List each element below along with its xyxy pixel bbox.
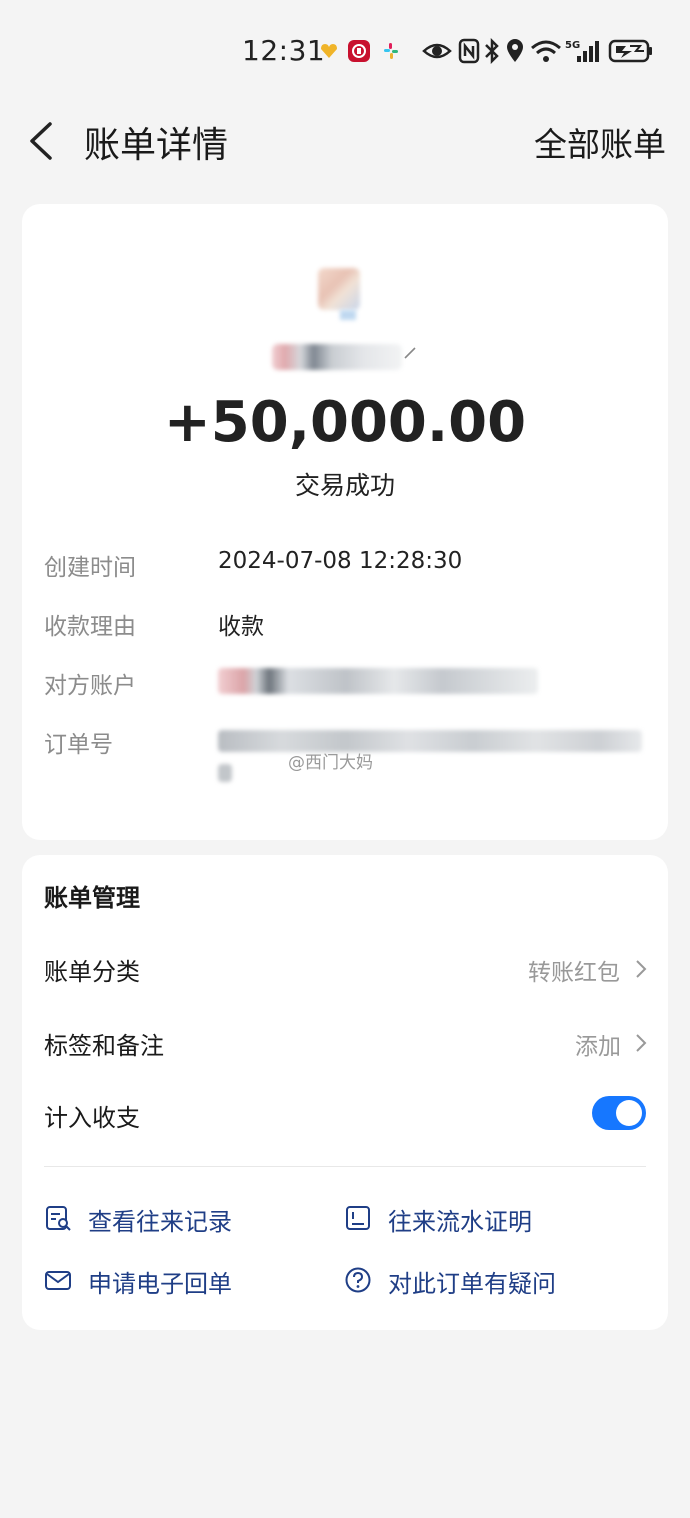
slack-icon — [380, 40, 402, 62]
order-question-button[interactable]: 对此订单有疑问 — [344, 1260, 604, 1300]
created-time-value: 2024-07-08 12:28:30 — [218, 548, 463, 574]
page-title: 账单详情 — [84, 125, 229, 166]
mail-icon — [45, 1271, 71, 1290]
record-search-icon — [46, 1206, 71, 1231]
statement-proof-icon — [346, 1206, 370, 1230]
transaction-amount: +50,000.00 — [163, 390, 527, 455]
back-arrow-icon — [30, 122, 52, 160]
payer-avatar-detail — [340, 310, 356, 320]
apply-e-receipt-button[interactable]: 申请电子回单 — [44, 1260, 294, 1300]
tags-notes-value: 添加 — [575, 1034, 621, 1060]
payment-reason-label: 收款理由 — [44, 614, 136, 640]
view-transaction-history-button[interactable]: 查看往来记录 — [44, 1198, 294, 1238]
battery-charging-icon — [608, 39, 652, 63]
toggle-knob — [616, 1100, 642, 1126]
order-number-label: 订单号 — [44, 732, 113, 758]
edit-icon[interactable] — [402, 345, 418, 361]
bill-management-card — [22, 855, 668, 1330]
status-bar: 12:31 5G — [0, 0, 690, 100]
bill-category-label: 账单分类 — [44, 958, 140, 986]
created-time-label: 创建时间 — [44, 555, 136, 581]
divider — [44, 1166, 646, 1167]
all-bills-link[interactable]: 全部账单 — [534, 118, 666, 166]
app-notification-icon — [318, 40, 340, 62]
bill-category-value: 转账红包 — [528, 960, 620, 986]
status-time: 12:31 — [242, 34, 326, 67]
question-icon — [345, 1267, 371, 1293]
apply-e-receipt-label: 申请电子回单 — [88, 1270, 232, 1298]
nav-bar: 账单详情 全部账单 — [0, 100, 690, 180]
order-number-redacted-tail — [218, 764, 232, 782]
bluetooth-icon — [485, 38, 499, 64]
order-question-label: 对此订单有疑问 — [388, 1270, 556, 1298]
counterparty-account-redacted — [218, 668, 538, 694]
counterparty-account-label: 对方账户 — [44, 673, 136, 699]
watermark: @西门大妈 — [288, 753, 373, 773]
payment-reason-value: 收款 — [218, 614, 264, 640]
back-button[interactable] — [24, 118, 64, 164]
location-icon — [507, 39, 523, 62]
include-in-stats-label: 计入收支 — [44, 1104, 140, 1132]
chevron-right-icon — [636, 960, 647, 978]
bill-management-title: 账单管理 — [44, 884, 140, 912]
view-transaction-history-label: 查看往来记录 — [88, 1208, 232, 1236]
chevron-right-icon — [636, 1034, 647, 1052]
include-in-stats-toggle[interactable] — [592, 1096, 646, 1130]
signal-5g-icon: 5G — [565, 40, 599, 62]
nfc-icon — [458, 38, 480, 64]
network-label: 5G — [565, 40, 580, 51]
statement-proof-button[interactable]: 往来流水证明 — [344, 1198, 604, 1238]
transaction-status: 交易成功 — [294, 471, 395, 500]
wifi-icon — [531, 40, 561, 62]
order-number-redacted — [218, 730, 642, 752]
tags-notes-label: 标签和备注 — [44, 1032, 164, 1060]
eye-icon — [422, 43, 452, 59]
bank-app-icon — [348, 40, 370, 62]
payer-avatar — [318, 268, 360, 310]
statement-proof-label: 往来流水证明 — [388, 1208, 532, 1236]
payer-name-redacted — [272, 344, 402, 370]
